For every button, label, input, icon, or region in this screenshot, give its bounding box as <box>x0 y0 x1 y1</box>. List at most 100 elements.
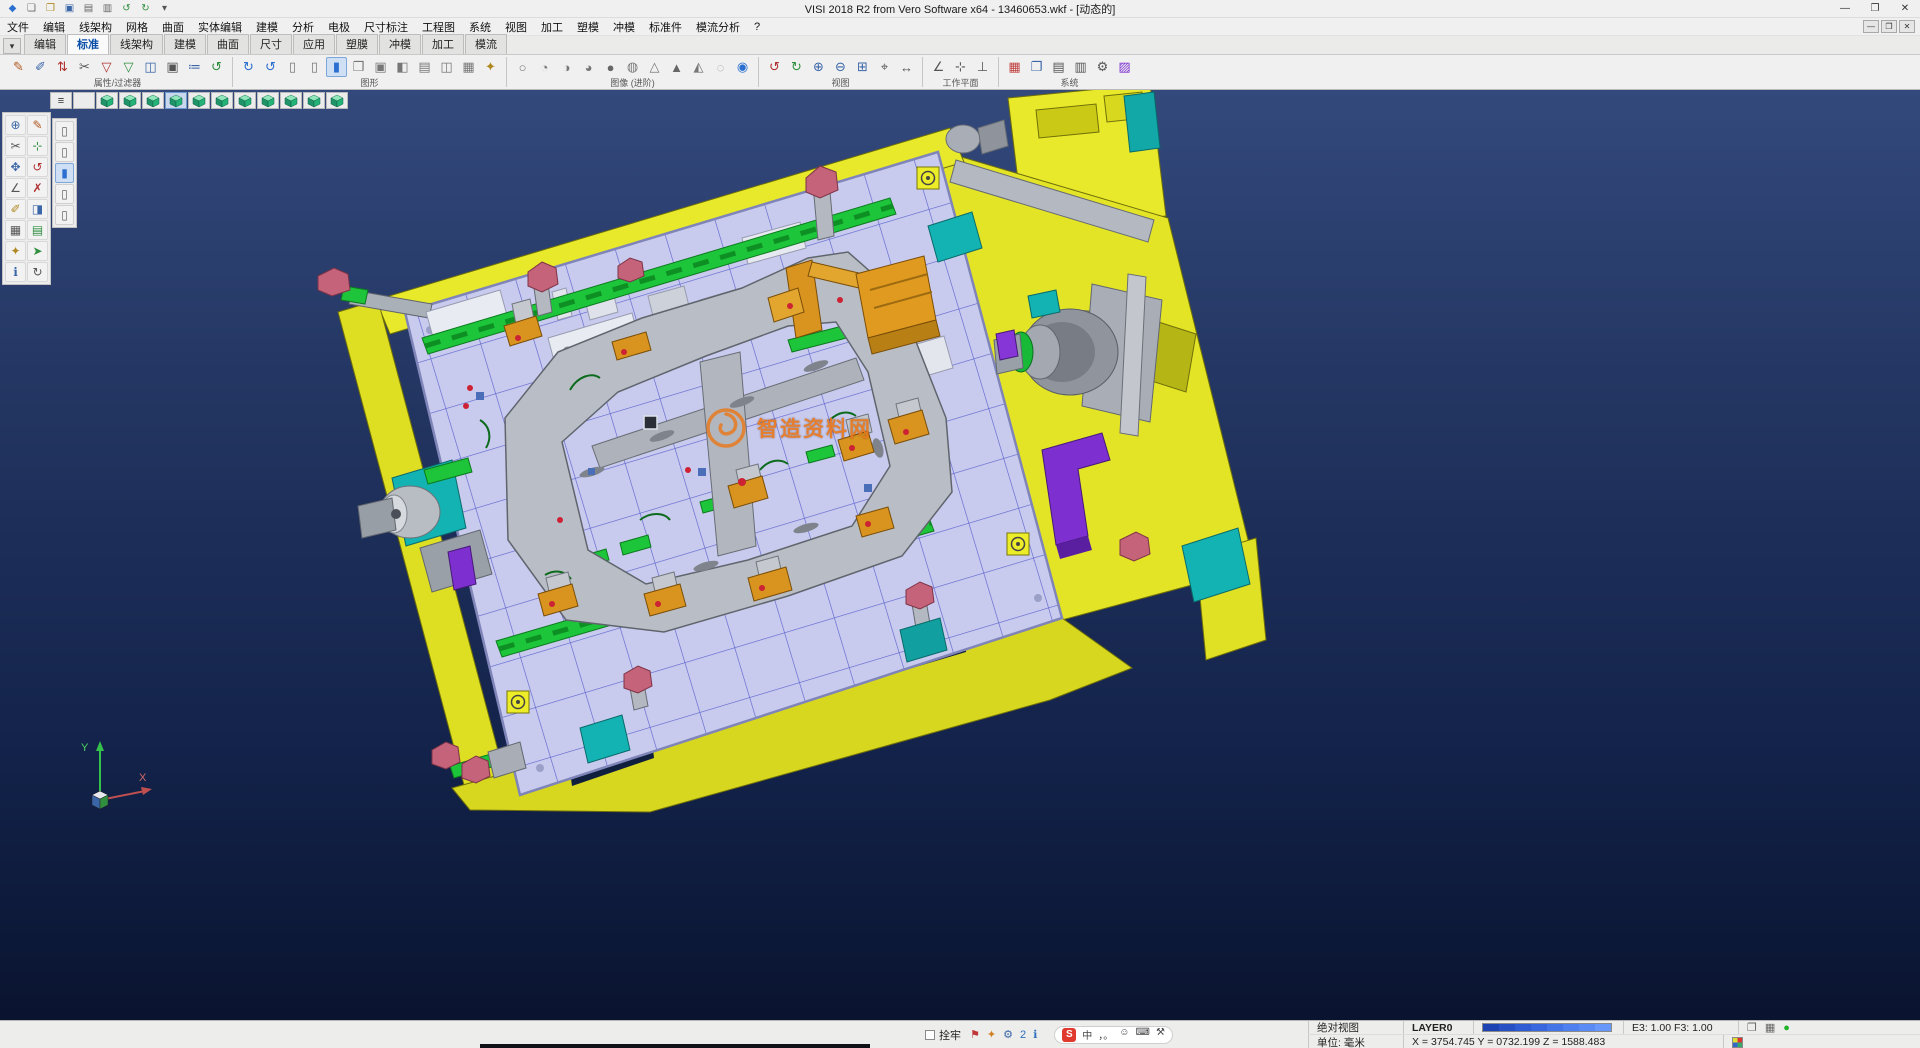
close-button[interactable]: ✕ <box>1890 0 1920 17</box>
zoom-window-icon[interactable]: ⊞ <box>852 57 873 77</box>
menu-view[interactable]: 视图 <box>498 18 534 35</box>
tab-machining[interactable]: 加工 <box>422 34 464 54</box>
ime-tools-icon[interactable]: ⚒ <box>1156 1027 1165 1042</box>
wireframe-mode-icon[interactable]: ○ <box>512 57 533 77</box>
selection-set-1-button[interactable]: ▯ <box>55 121 74 141</box>
filter-reset-icon[interactable]: ↺ <box>206 57 227 77</box>
sogou-logo-icon[interactable]: S <box>1062 1028 1076 1042</box>
info-icon[interactable]: ℹ <box>1033 1028 1037 1041</box>
workplane-normal-icon[interactable]: ⊥ <box>972 57 993 77</box>
view-top-button[interactable] <box>211 92 233 109</box>
menu-electrode[interactable]: 电极 <box>321 18 357 35</box>
filter-green-icon[interactable]: ▽ <box>118 57 139 77</box>
selection-set-5-button[interactable]: ▯ <box>55 205 74 225</box>
bar-display-icon[interactable]: ▯ <box>304 57 325 77</box>
view-back-button[interactable] <box>142 92 164 109</box>
tab-wireframe[interactable]: 线架构 <box>110 34 163 54</box>
open-file-icon[interactable]: ❐ <box>42 1 59 16</box>
view-bottom-button[interactable] <box>234 92 256 109</box>
rotate-tool-icon[interactable]: ↺ <box>27 157 48 177</box>
zoom-tool-icon[interactable]: ⊕ <box>5 115 26 135</box>
ime-lang-toggle[interactable]: 中 <box>1082 1027 1092 1042</box>
blank-view-button[interactable] <box>73 92 95 109</box>
textured-mode-icon[interactable]: ◍ <box>622 57 643 77</box>
menu-edit[interactable]: 编辑 <box>36 18 72 35</box>
tab-standard[interactable]: 标准 <box>67 34 109 54</box>
box-display-icon[interactable]: ❒ <box>348 57 369 77</box>
view-left-button[interactable] <box>165 92 187 109</box>
cylinder-display-icon[interactable]: ▯ <box>282 57 303 77</box>
solid-mode-icon[interactable]: ▲ <box>666 57 687 77</box>
element-filter-icon[interactable]: ▣ <box>162 57 183 77</box>
regenerate-icon[interactable]: ↺ <box>260 57 281 77</box>
tab-application[interactable]: 应用 <box>293 34 335 54</box>
stack-display-icon[interactable]: ▤ <box>414 57 435 77</box>
selection-mask-icon[interactable]: ◫ <box>140 57 161 77</box>
menu-modeling[interactable]: 建模 <box>249 18 285 35</box>
window-display-icon[interactable]: ◫ <box>436 57 457 77</box>
menu-drawing[interactable]: 工程图 <box>415 18 462 35</box>
snapshot-icon[interactable]: ◉ <box>732 57 753 77</box>
info-tool-icon[interactable]: ℹ <box>5 262 26 282</box>
layer-manager-icon[interactable]: ▤ <box>1048 57 1069 77</box>
menu-surface[interactable]: 曲面 <box>155 18 191 35</box>
rotate-view-left-icon[interactable]: ↺ <box>764 57 785 77</box>
grid-tool-icon[interactable]: ▦ <box>5 220 26 240</box>
select-tool-icon[interactable]: ➤ <box>27 241 48 261</box>
menu-flow-analysis[interactable]: 模流分析 <box>689 18 747 35</box>
measure-tool-icon[interactable]: ∠ <box>5 178 26 198</box>
tab-flow[interactable]: 模流 <box>465 34 507 54</box>
model-canvas[interactable] <box>0 90 1920 1020</box>
trim-icon[interactable]: ✂ <box>74 57 95 77</box>
count-badge[interactable]: 2 <box>1020 1029 1026 1041</box>
mdi-minimize-button[interactable]: — <box>1863 20 1879 33</box>
move-tool-icon[interactable]: ✥ <box>5 157 26 177</box>
color-palette-icon[interactable]: ▦ <box>1004 57 1025 77</box>
mdi-close-button[interactable]: ✕ <box>1899 20 1915 33</box>
gear-icon[interactable]: ⚙ <box>1003 1028 1013 1041</box>
tab-modeling[interactable]: 建模 <box>164 34 206 54</box>
mdi-restore-button[interactable]: ❐ <box>1881 20 1897 33</box>
monitor-icon[interactable]: ❐ <box>1026 57 1047 77</box>
menu-help[interactable]: ? <box>747 18 767 35</box>
database-icon[interactable]: ▥ <box>1070 57 1091 77</box>
menu-mesh[interactable]: 网格 <box>119 18 155 35</box>
menu-mold[interactable]: 塑模 <box>570 18 606 35</box>
refresh-tool-icon[interactable]: ↻ <box>27 262 48 282</box>
color-mode-icon[interactable] <box>1732 1037 1743 1048</box>
zoom-out-icon[interactable]: ⊖ <box>830 57 851 77</box>
modify-attributes-icon[interactable]: ✎ <box>8 57 29 77</box>
cut-tool-icon[interactable]: ✂ <box>5 136 26 156</box>
mark-tool-icon[interactable]: ✦ <box>5 241 26 261</box>
views-menu-button[interactable]: ≡ <box>50 92 72 109</box>
redo-icon[interactable]: ↻ <box>137 1 154 16</box>
zoom-in-icon[interactable]: ⊕ <box>808 57 829 77</box>
tab-die[interactable]: 冲模 <box>379 34 421 54</box>
ime-punctuation[interactable]: ，。 <box>1098 1027 1113 1042</box>
settings-gear-icon[interactable]: ⚙ <box>1092 57 1113 77</box>
section-view-icon[interactable]: ◭ <box>688 57 709 77</box>
tab-edit[interactable]: 编辑 <box>24 34 66 54</box>
menu-machining[interactable]: 加工 <box>534 18 570 35</box>
maximize-button[interactable]: ❐ <box>1860 0 1890 17</box>
flag-icon[interactable]: ⚑ <box>970 1028 980 1041</box>
shaded-mode-icon[interactable]: ● <box>600 57 621 77</box>
view-front-button[interactable] <box>119 92 141 109</box>
save-icon[interactable]: ▣ <box>61 1 78 16</box>
tab-dimension[interactable]: 尺寸 <box>250 34 292 54</box>
fit-view-icon[interactable]: ↔ <box>896 57 917 77</box>
menu-dimensioning[interactable]: 尺寸标注 <box>357 18 415 35</box>
view-iso-ne-button[interactable] <box>257 92 279 109</box>
quick-access-dropdown[interactable]: ▾ <box>156 1 173 16</box>
layers-tool-icon[interactable]: ▤ <box>27 220 48 240</box>
grid-status-icon[interactable]: ▦ <box>1765 1021 1775 1034</box>
selection-set-2-button[interactable]: ▯ <box>55 142 74 162</box>
grid-display-icon[interactable]: ▦ <box>458 57 479 77</box>
view-iso-nw-button[interactable] <box>280 92 302 109</box>
ime-keyboard-icon[interactable]: ⌨ <box>1136 1027 1150 1042</box>
shaded-box-icon[interactable]: ▣ <box>370 57 391 77</box>
erase-tool-icon[interactable]: ✗ <box>27 178 48 198</box>
tab-dropdown-button[interactable]: ▾ <box>3 38 21 54</box>
selection-set-4-button[interactable]: ▯ <box>55 184 74 204</box>
workplane-angle-icon[interactable]: ∠ <box>928 57 949 77</box>
